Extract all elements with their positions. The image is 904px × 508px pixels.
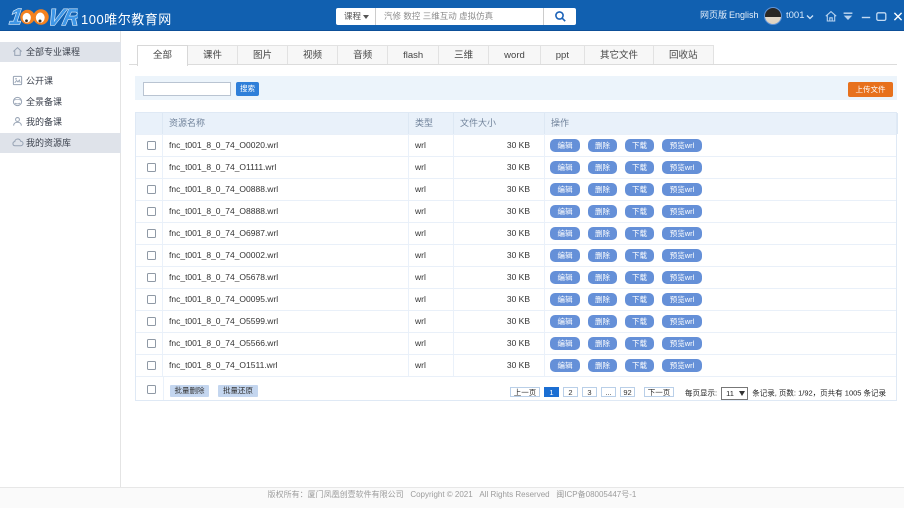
svg-text:VR: VR xyxy=(45,4,78,30)
